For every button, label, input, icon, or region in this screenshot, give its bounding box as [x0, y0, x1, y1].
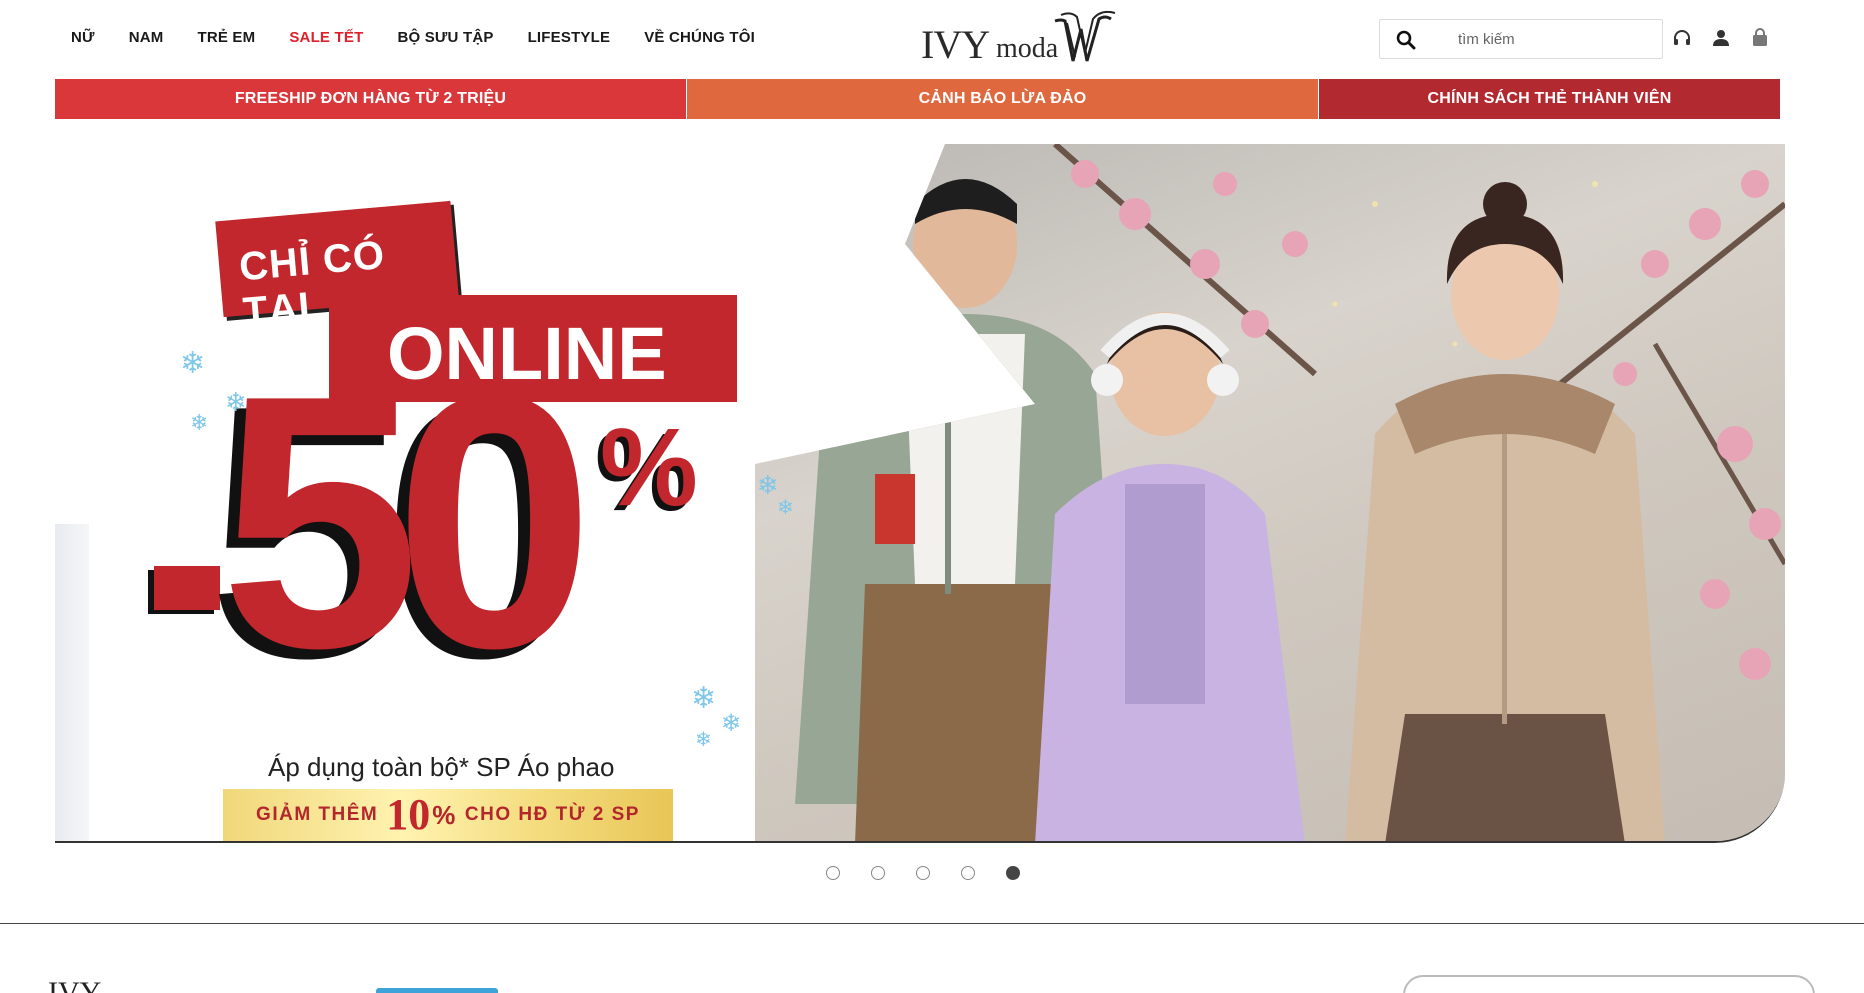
promo-fraud-warning[interactable]: CẢNH BÁO LỪA ĐẢO: [687, 79, 1319, 119]
nav-item-sale-tet[interactable]: SALE TẾT: [289, 29, 363, 46]
extra-discount-value: 10: [386, 790, 431, 839]
snowflake-icon: ❄: [691, 682, 717, 715]
discount-block: 50 %: [150, 342, 698, 734]
carousel-dots: [826, 866, 1020, 880]
promo-freeship[interactable]: FREESHIP ĐƠN HÀNG TỪ 2 TRIỆU: [55, 79, 687, 119]
search-icon[interactable]: [1396, 30, 1416, 50]
search-input[interactable]: [1458, 28, 1653, 50]
discount-percent-sign: %: [600, 406, 698, 529]
logo-ivy-text: IVY: [921, 22, 990, 67]
footer-pill-input-peek: [1403, 975, 1815, 993]
footer-blue-badge-peek: [376, 988, 498, 993]
nav-item-bo-suu-tap[interactable]: BỘ SƯU TẬP: [397, 29, 493, 46]
snowflake-icon: ❄: [777, 497, 794, 519]
carousel-dot-1[interactable]: [826, 866, 840, 880]
woman-in-beige-jacket-graphic: [1345, 182, 1665, 841]
user-icon[interactable]: [1711, 28, 1731, 48]
nav-item-nu[interactable]: NỮ: [71, 29, 95, 46]
promo-bar: FREESHIP ĐƠN HÀNG TỪ 2 TRIỆU CẢNH BÁO LỪ…: [55, 79, 1780, 119]
discount-number: 50: [220, 321, 594, 723]
hero-banner[interactable]: CHỈ CÓ TẠI ONLINE 50 % ❄ ❄ ❄ ❄ ❄ ❄ ❄ ❄ Á…: [55, 144, 1785, 843]
carousel-dot-2[interactable]: [871, 866, 885, 880]
snowflake-icon: ❄: [757, 470, 779, 500]
search-box: [1379, 19, 1663, 59]
extra-discount-percent: %: [432, 799, 457, 830]
discount-minus-sign: [154, 566, 220, 610]
nav-item-lifestyle[interactable]: LIFESTYLE: [528, 29, 611, 46]
snowflake-icon: ❄: [721, 710, 742, 737]
snowflake-icon: ❄: [695, 729, 712, 751]
shopping-bag-icon[interactable]: [1750, 28, 1770, 48]
nav-item-tre-em[interactable]: TRẺ EM: [197, 29, 255, 46]
carousel-dot-4[interactable]: [961, 866, 975, 880]
extra-discount-suffix: CHO HĐ TỪ 2 SP: [464, 804, 640, 825]
extra-discount-bar: GIẢM THÊM 10 % CHO HĐ TỪ 2 SP: [223, 789, 673, 841]
banner-applies-text: Áp dụng toàn bộ* SP Áo phao: [268, 752, 615, 782]
carousel-dot-5[interactable]: [1006, 866, 1020, 880]
headset-icon[interactable]: [1672, 28, 1692, 48]
site-header: NỮ NAM TRẺ EM SALE TẾT BỘ SƯU TẬP LIFEST…: [0, 0, 1864, 78]
banner-photo: [755, 144, 1785, 841]
nav-item-ve-chung-toi[interactable]: VỀ CHÚNG TÔI: [644, 29, 755, 46]
promo-membership-policy[interactable]: CHÍNH SÁCH THẺ THÀNH VIÊN: [1319, 79, 1780, 119]
logo-mark-icon: [1054, 10, 1116, 62]
snowflake-icon: ❄: [190, 410, 209, 435]
snowflake-icon: ❄: [225, 387, 247, 417]
main-nav: NỮ NAM TRẺ EM SALE TẾT BỘ SƯU TẬP LIFEST…: [71, 29, 789, 46]
snowflake-icon: ❄: [180, 347, 206, 380]
carousel-dot-3[interactable]: [916, 866, 930, 880]
brand-logo[interactable]: IVY moda: [921, 9, 1121, 69]
footer-logo-peek: IVY: [48, 976, 102, 993]
banner-snowy-trees: [55, 524, 89, 841]
section-divider: [0, 923, 1864, 924]
nav-item-nam[interactable]: NAM: [129, 29, 164, 46]
extra-discount-prefix: GIẢM THÊM: [256, 804, 379, 825]
girl-in-lilac-jacket-graphic: [1035, 312, 1305, 841]
